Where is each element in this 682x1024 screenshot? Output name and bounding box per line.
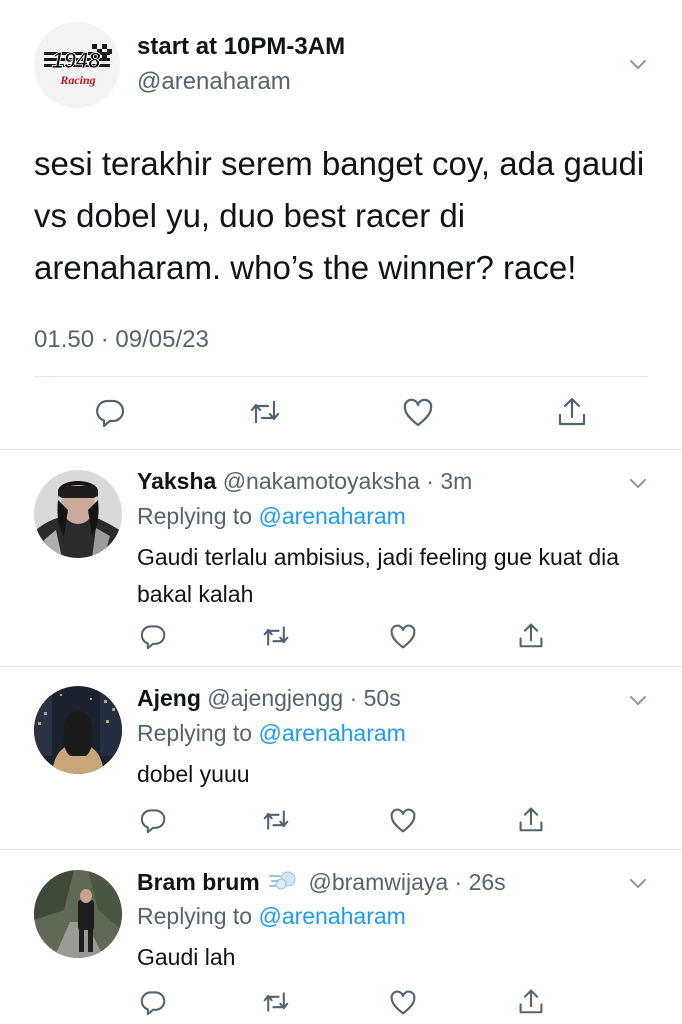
logo-script: Racing — [59, 73, 95, 87]
reply-display-name[interactable]: Bram brum — [137, 869, 260, 895]
replying-prefix: Replying to — [137, 720, 259, 746]
mention-link[interactable]: @arenaharam — [258, 720, 405, 746]
share-icon[interactable] — [518, 621, 544, 648]
reply-text: Gaudi lah — [137, 944, 236, 970]
reply-icon[interactable] — [140, 623, 166, 649]
reply-header: Ajeng @ajengjengg · 50s — [137, 685, 401, 712]
retweet-icon[interactable] — [262, 989, 289, 1015]
avatar[interactable] — [34, 470, 122, 558]
arenaharam-logo-avatar[interactable]: 1948 Racing — [34, 22, 120, 108]
reply-header: Yaksha @nakamotoyaksha · 3m — [137, 468, 472, 495]
display-name[interactable]: start at 10PM-3AM — [137, 33, 345, 61]
retweet-icon[interactable] — [262, 807, 289, 833]
replying-to: Replying to @arenaharam — [137, 503, 406, 530]
like-icon[interactable] — [390, 624, 416, 650]
reply-tweet: Bram brum @bramwijaya · 26s Replying to … — [0, 851, 682, 1024]
tweet-text: sesi terakhir serem banget coy, ada gaud… — [34, 145, 645, 286]
reply-text: dobel yuuu — [137, 761, 250, 787]
like-icon[interactable] — [403, 398, 433, 428]
logo-number: 1948 — [52, 48, 102, 73]
divider — [34, 376, 648, 377]
replying-to: Replying to @arenaharam — [137, 720, 406, 747]
chevron-down-icon[interactable] — [628, 54, 648, 74]
reply-tweet: Ajeng @ajengjengg · 50s Replying to @are… — [0, 668, 682, 850]
share-icon[interactable] — [557, 395, 587, 426]
dash-emoji — [268, 868, 298, 894]
user-handle[interactable]: @arenaharam — [137, 68, 291, 96]
share-icon[interactable] — [518, 805, 544, 832]
like-icon[interactable] — [390, 808, 416, 834]
main-tweet: 1948 Racing start at 10PM-3AM @arenahara… — [0, 0, 682, 450]
reply-display-name[interactable]: Ajeng — [137, 685, 201, 711]
reply-icon[interactable] — [140, 989, 166, 1015]
reply-tweet: Yaksha @nakamotoyaksha · 3m Replying to … — [0, 451, 682, 667]
replying-prefix: Replying to — [137, 503, 259, 529]
like-icon[interactable] — [390, 990, 416, 1016]
avatar[interactable] — [34, 870, 122, 958]
mention-link[interactable]: @arenaharam — [258, 503, 405, 529]
reply-header: Bram brum @bramwijaya · 26s — [137, 868, 506, 896]
chevron-down-icon[interactable] — [628, 873, 648, 893]
chevron-down-icon[interactable] — [628, 473, 648, 493]
reply-text: Gaudi terlalu ambisius, jadi feeling gue… — [137, 544, 620, 607]
reply-icon[interactable] — [95, 397, 125, 427]
share-icon[interactable] — [518, 987, 544, 1014]
reply-handle-time[interactable]: @nakamotoyaksha · 3m — [223, 468, 473, 494]
reply-handle-time[interactable]: @ajengjengg · 50s — [207, 685, 400, 711]
replying-to: Replying to @arenaharam — [137, 903, 406, 930]
retweet-icon[interactable] — [262, 623, 289, 649]
mention-link[interactable]: @arenaharam — [258, 903, 405, 929]
reply-handle-time[interactable]: @bramwijaya · 26s — [308, 869, 505, 895]
chevron-down-icon[interactable] — [628, 690, 648, 710]
reply-icon[interactable] — [140, 807, 166, 833]
retweet-icon[interactable] — [249, 397, 280, 427]
tweet-timestamp[interactable]: 01.50 · 09/05/23 — [34, 326, 209, 354]
avatar[interactable] — [34, 686, 122, 774]
reply-display-name[interactable]: Yaksha — [137, 468, 216, 494]
replying-prefix: Replying to — [137, 903, 259, 929]
